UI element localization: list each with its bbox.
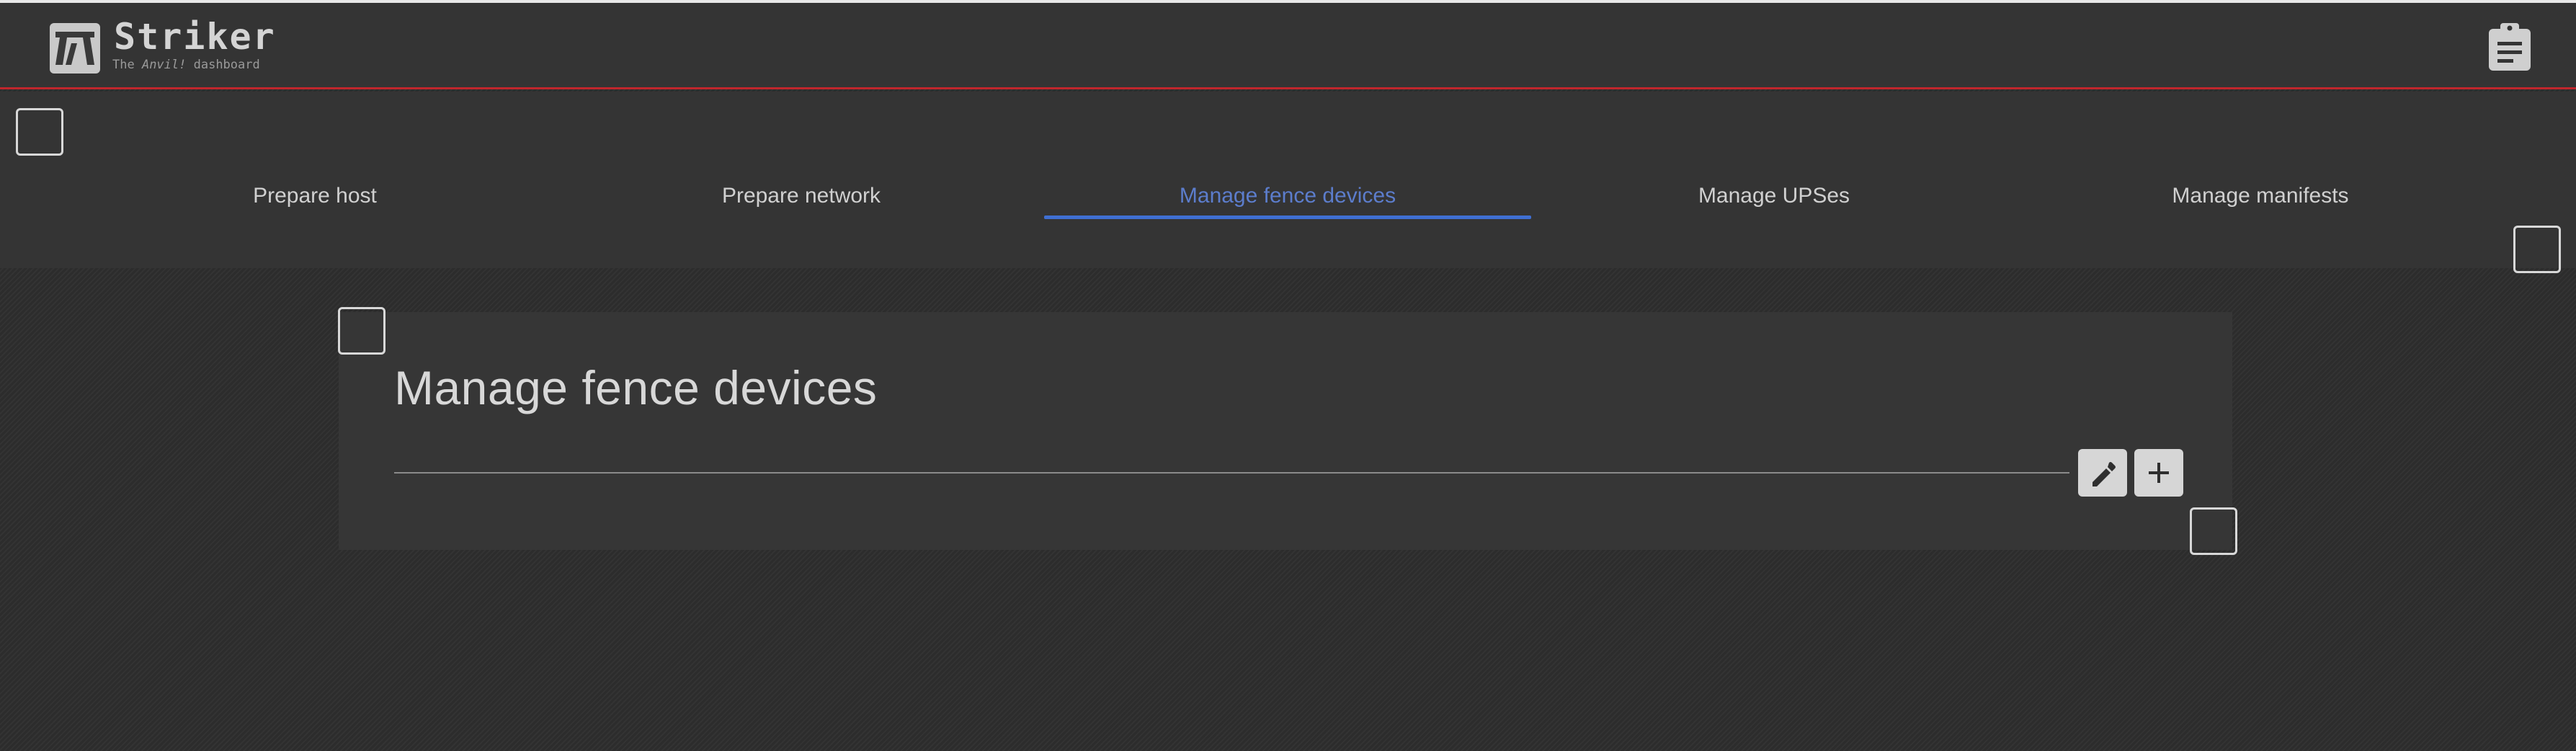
app-header: Striker The Anvil! dashboard bbox=[0, 3, 2576, 89]
tab-prepare-host[interactable]: Prepare host bbox=[71, 174, 558, 218]
clipboard-icon[interactable] bbox=[2486, 22, 2533, 72]
tabs-bar: Prepare host Prepare network Manage fenc… bbox=[0, 92, 2576, 268]
brand-title: Striker bbox=[114, 16, 276, 58]
panel-divider bbox=[394, 472, 2069, 474]
focus-outline-box-panel-top[interactable] bbox=[338, 307, 385, 355]
page-title: Manage fence devices bbox=[394, 361, 878, 414]
brand-subtitle-prefix: The bbox=[112, 58, 142, 72]
focus-outline-box-panel-bottom[interactable] bbox=[2190, 507, 2237, 555]
tab-manage-upses[interactable]: Manage UPSes bbox=[1530, 174, 2018, 218]
focus-outline-box-top-right[interactable] bbox=[2513, 226, 2561, 273]
pencil-icon bbox=[2093, 462, 2116, 486]
tab-manage-manifests[interactable]: Manage manifests bbox=[2017, 174, 2504, 218]
brand-subtitle: The Anvil! dashboard bbox=[112, 58, 260, 72]
add-button[interactable] bbox=[2134, 449, 2183, 497]
anvil-logo-icon[interactable] bbox=[50, 23, 100, 74]
plus-icon bbox=[2149, 463, 2169, 483]
active-tab-indicator bbox=[1044, 215, 1531, 219]
focus-outline-box-top-left[interactable] bbox=[16, 108, 63, 156]
fence-devices-panel bbox=[339, 312, 2232, 550]
edit-button[interactable] bbox=[2078, 449, 2127, 497]
brand-subtitle-suffix: dashboard bbox=[186, 58, 260, 72]
tab-manage-fence-devices[interactable]: Manage fence devices bbox=[1044, 174, 1531, 218]
tab-prepare-network[interactable]: Prepare network bbox=[558, 174, 1045, 218]
brand-subtitle-italic: Anvil! bbox=[141, 58, 187, 72]
